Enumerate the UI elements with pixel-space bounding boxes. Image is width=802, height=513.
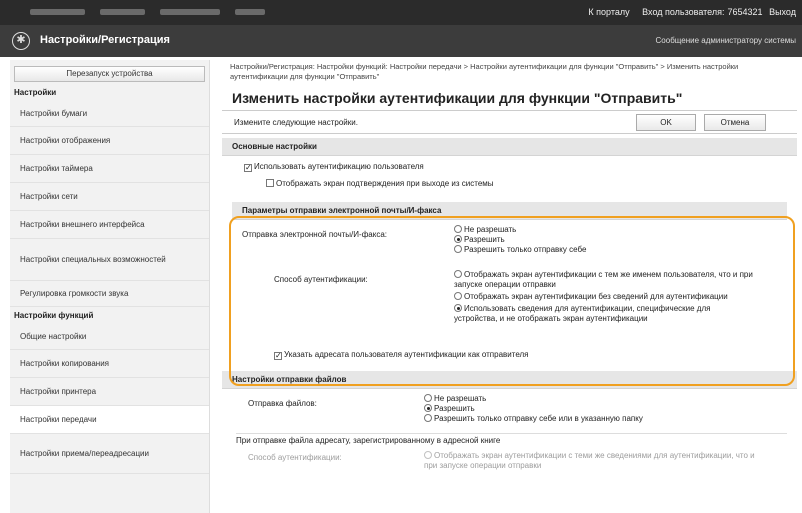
blurred-text [30, 9, 85, 15]
file-deny-label: Не разрешать [434, 394, 487, 403]
ok-button[interactable]: OK [636, 114, 696, 131]
sidebar-item-timer[interactable]: Настройки таймера [10, 155, 209, 183]
file-allow-radio[interactable] [424, 404, 432, 412]
show-confirm-label: Отображать экран подтверждения при выход… [276, 179, 494, 188]
file-self-only-label: Разрешить только отправку себе или в ука… [434, 414, 643, 423]
sidebar-item-network[interactable]: Настройки сети [10, 183, 209, 211]
blurred-text [235, 9, 265, 15]
file-allow-label: Разрешить [434, 404, 475, 413]
show-confirm-checkbox[interactable] [266, 179, 274, 187]
file-auth-same-label: Отображать экран аутентификации с теми ж… [424, 451, 755, 470]
restart-device-button[interactable]: Перезапуск устройства [14, 66, 205, 82]
sidebar-item-copy[interactable]: Настройки копирования [10, 350, 209, 378]
breadcrumb: Настройки/Регистрация: Настройки функций… [230, 62, 739, 81]
blurred-text [100, 9, 145, 15]
blurred-text [160, 9, 220, 15]
sidebar-item-display[interactable]: Настройки отображения [10, 127, 209, 155]
file-settings-section: Отправка файлов: Не разрешать Разрешить … [222, 389, 797, 479]
login-label: Вход пользователя: [642, 7, 725, 17]
sidebar-item-external-interface[interactable]: Настройки внешнего интерфейса [10, 211, 209, 239]
sidebar-item-accessibility[interactable]: Настройки специальных возможностей [10, 239, 209, 281]
highlight-frame [229, 216, 795, 386]
login-user: 7654321 [727, 7, 763, 17]
logout-link[interactable]: Выход [769, 7, 796, 17]
file-auth-label: Способ аутентификации: [248, 453, 342, 462]
sidebar-item-common[interactable]: Общие настройки [10, 324, 209, 350]
basic-settings-section: ✓ Использовать аутентификацию пользовател… [222, 156, 797, 196]
use-auth-checkbox[interactable]: ✓ [244, 164, 252, 172]
app-header: ✱ Настройки/Регистрация Сообщение админи… [0, 25, 802, 57]
file-address-book-note: При отправке файла адресату, зарегистрир… [236, 433, 787, 446]
file-auth-same-radio[interactable] [424, 451, 432, 459]
app-title: Настройки/Регистрация [40, 34, 170, 46]
sidebar-item-paper[interactable]: Настройки бумаги [10, 101, 209, 127]
settings-gear-icon: ✱ [12, 32, 30, 50]
sidebar-item-send[interactable]: Настройки передачи [10, 406, 209, 434]
file-self-only-radio[interactable] [424, 414, 432, 422]
instruction-row: Измените следующие настройки. OK Отмена [222, 110, 797, 134]
sidebar-section-settings: Настройки [14, 88, 57, 97]
file-send-label: Отправка файлов: [248, 399, 317, 408]
sidebar-item-receive[interactable]: Настройки приема/переадресации [10, 434, 209, 474]
instruction-text: Измените следующие настройки. [234, 118, 358, 127]
use-auth-label: Использовать аутентификацию пользователя [254, 162, 424, 171]
sidebar-section-functions: Настройки функций [14, 311, 94, 320]
page-title: Изменить настройки аутентификации для фу… [232, 90, 683, 106]
sidebar-item-volume[interactable]: Регулировка громкости звука [10, 281, 209, 307]
admin-message-link[interactable]: Сообщение администратору системы [656, 36, 796, 45]
top-bar: К порталу Вход пользователя: 7654321 Выхо… [0, 0, 802, 25]
portal-link[interactable]: К порталу [588, 7, 629, 17]
sidebar: Перезапуск устройства Настройки Настройк… [10, 60, 210, 513]
sidebar-item-printer[interactable]: Настройки принтера [10, 378, 209, 406]
file-deny-radio[interactable] [424, 394, 432, 402]
basic-settings-header: Основные настройки [222, 138, 797, 156]
cancel-button[interactable]: Отмена [704, 114, 766, 131]
